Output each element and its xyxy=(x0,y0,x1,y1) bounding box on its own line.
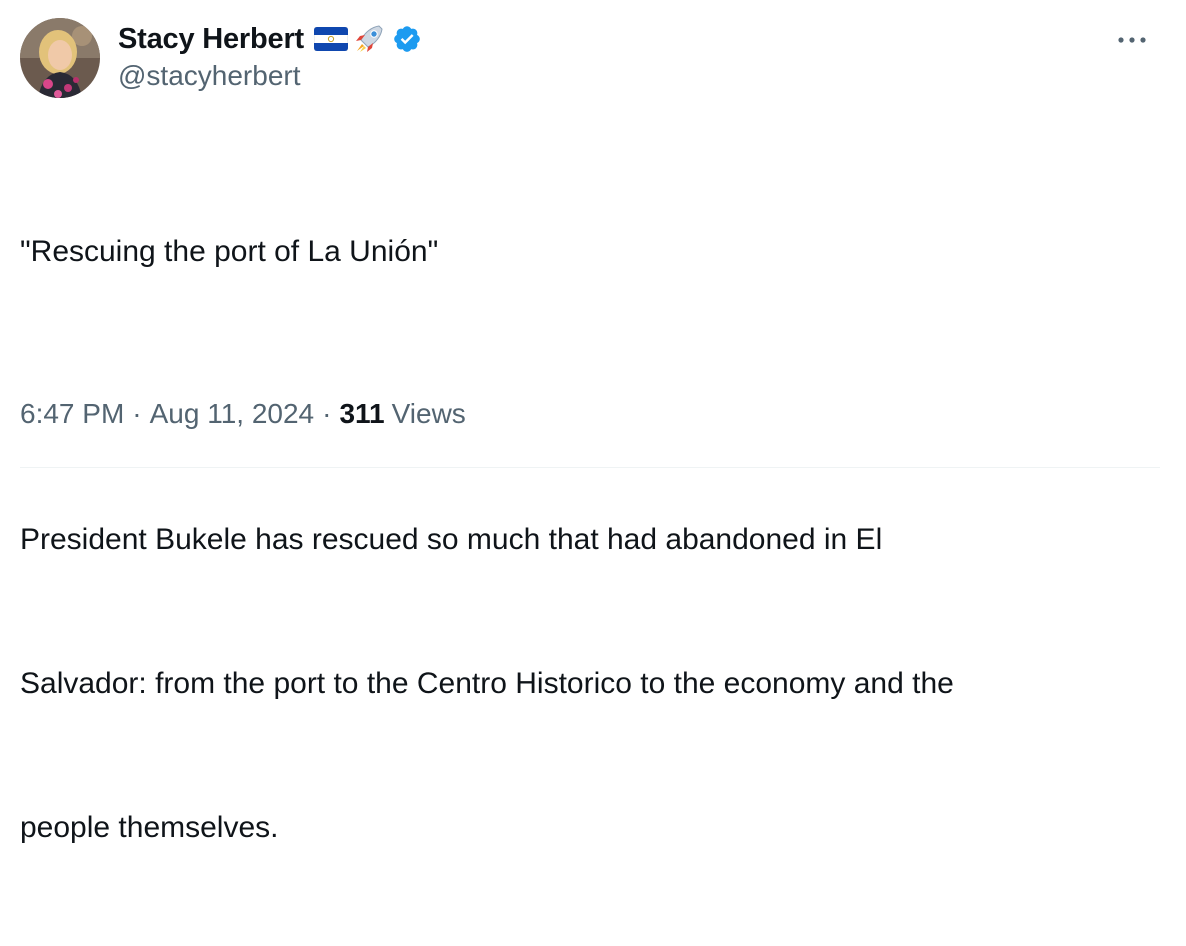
divider xyxy=(20,467,1160,468)
tweet-date[interactable]: Aug 11, 2024 xyxy=(150,398,315,430)
avatar[interactable] xyxy=(20,18,100,98)
rocket-icon xyxy=(352,22,386,56)
tweet-text-line: President Bukele has rescued so much tha… xyxy=(20,523,883,556)
author-display-name[interactable]: Stacy Herbert xyxy=(118,23,304,56)
tweet-text: "Rescuing the port of La Unión" Presiden… xyxy=(20,132,1160,946)
tweet-metadata: 6:47 PM · Aug 11, 2024 · 311 Views xyxy=(20,398,466,430)
author-name-row: Stacy Herbert xyxy=(118,20,422,58)
separator-dot: · xyxy=(132,398,142,429)
verified-badge-icon[interactable] xyxy=(392,24,422,54)
more-options-icon xyxy=(1118,37,1146,43)
tweet-time[interactable]: 6:47 PM xyxy=(20,398,124,430)
separator-dot: · xyxy=(322,398,332,429)
more-options-button[interactable] xyxy=(1112,22,1152,58)
el-salvador-flag-icon xyxy=(314,27,348,51)
author-handle[interactable]: @stacyherbert xyxy=(118,60,301,92)
tweet-card: Stacy Herbert @stacyherbert "Rescuing th… xyxy=(0,0,1186,844)
tweet-text-line: "Rescuing the port of La Unión" xyxy=(20,235,439,268)
tweet-text-line: Salvador: from the port to the Centro Hi… xyxy=(20,667,954,700)
tweet-text-line: people themselves. xyxy=(20,811,279,844)
views-label: Views xyxy=(391,398,466,429)
views-count: 311 xyxy=(339,398,385,429)
